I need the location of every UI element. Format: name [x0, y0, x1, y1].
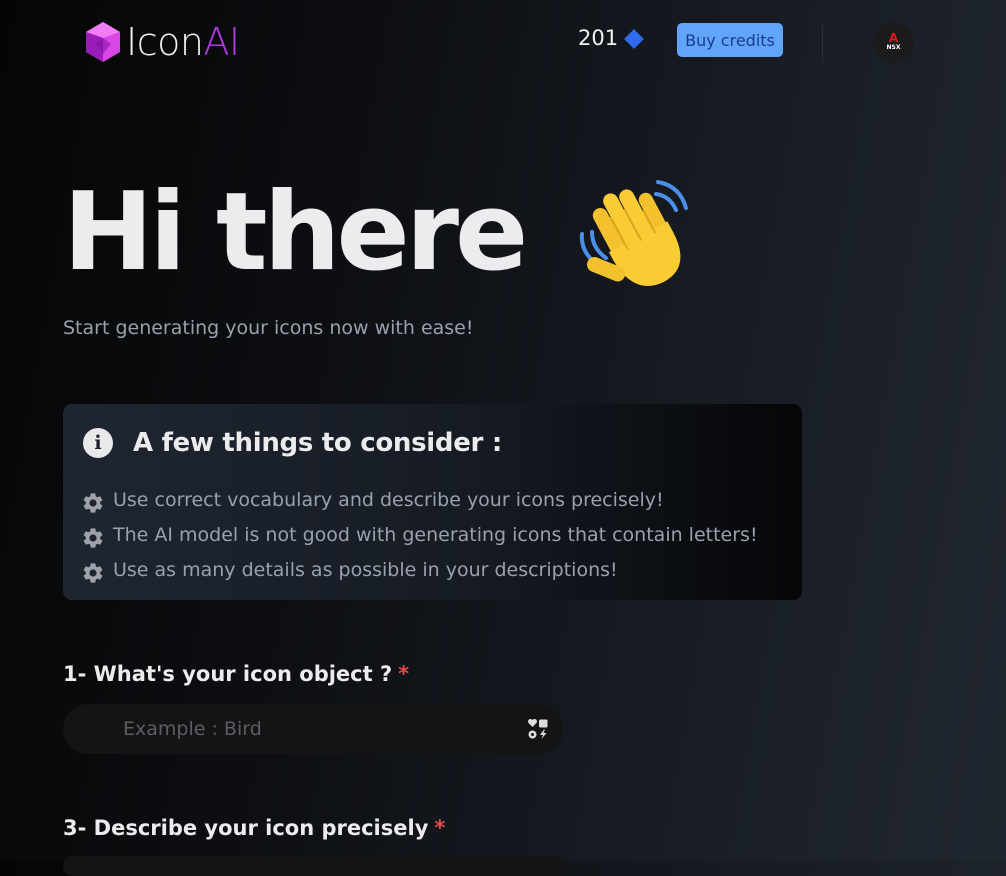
tips-card-header: i A few things to consider :	[83, 428, 502, 458]
user-avatar[interactable]: A NSX	[873, 22, 914, 63]
info-icon: i	[83, 428, 113, 458]
list-item: The AI model is not good with generating…	[81, 517, 758, 552]
page-title: Hi there	[63, 170, 528, 295]
list-item: Use correct vocabulary and describe your…	[81, 482, 758, 517]
gear-icon	[81, 491, 105, 515]
required-marker: *	[398, 662, 410, 686]
logo-text-accent: AI	[203, 20, 240, 64]
list-item: Use as many details as possible in your …	[81, 552, 758, 587]
icon-object-label: 1- What's your icon object ? *	[63, 662, 409, 686]
gear-icon	[81, 526, 105, 550]
tip-text: Use correct vocabulary and describe your…	[113, 488, 664, 511]
shapes-icon[interactable]	[527, 718, 549, 740]
logo-text-primary: Icon	[126, 20, 204, 64]
tip-text: Use as many details as possible in your …	[113, 558, 618, 581]
icon-object-field	[63, 704, 563, 754]
required-marker: *	[434, 816, 446, 840]
icon-object-input[interactable]	[63, 704, 563, 754]
avatar-initials: NSX	[886, 44, 901, 51]
logo-gem-icon	[86, 22, 120, 62]
gear-icon	[81, 561, 105, 585]
tips-list: Use correct vocabulary and describe your…	[81, 482, 758, 587]
diamond-icon	[624, 28, 644, 49]
navbar-divider	[822, 22, 823, 62]
waving-hand-icon	[579, 180, 688, 286]
credits-balance: 201	[578, 26, 644, 50]
icon-object-label-text: 1- What's your icon object ?	[63, 662, 393, 686]
buy-credits-button[interactable]: Buy credits	[677, 23, 783, 57]
page-subtitle: Start generating your icons now with eas…	[63, 317, 474, 339]
logo-text: IconAI	[126, 21, 240, 63]
tips-card-title: A few things to consider :	[133, 428, 502, 458]
tips-card: i A few things to consider : Use correct…	[63, 404, 802, 600]
avatar-letter: A	[888, 31, 899, 45]
credits-value: 201	[578, 26, 619, 50]
icon-description-label-text: 3- Describe your icon precisely	[63, 816, 429, 840]
top-navbar: IconAI 201 Buy credits A NSX	[0, 0, 1006, 85]
icon-description-field[interactable]	[63, 856, 563, 876]
app-logo[interactable]: IconAI	[84, 21, 240, 63]
icon-description-label: 3- Describe your icon precisely *	[63, 816, 445, 840]
tip-text: The AI model is not good with generating…	[113, 523, 758, 546]
